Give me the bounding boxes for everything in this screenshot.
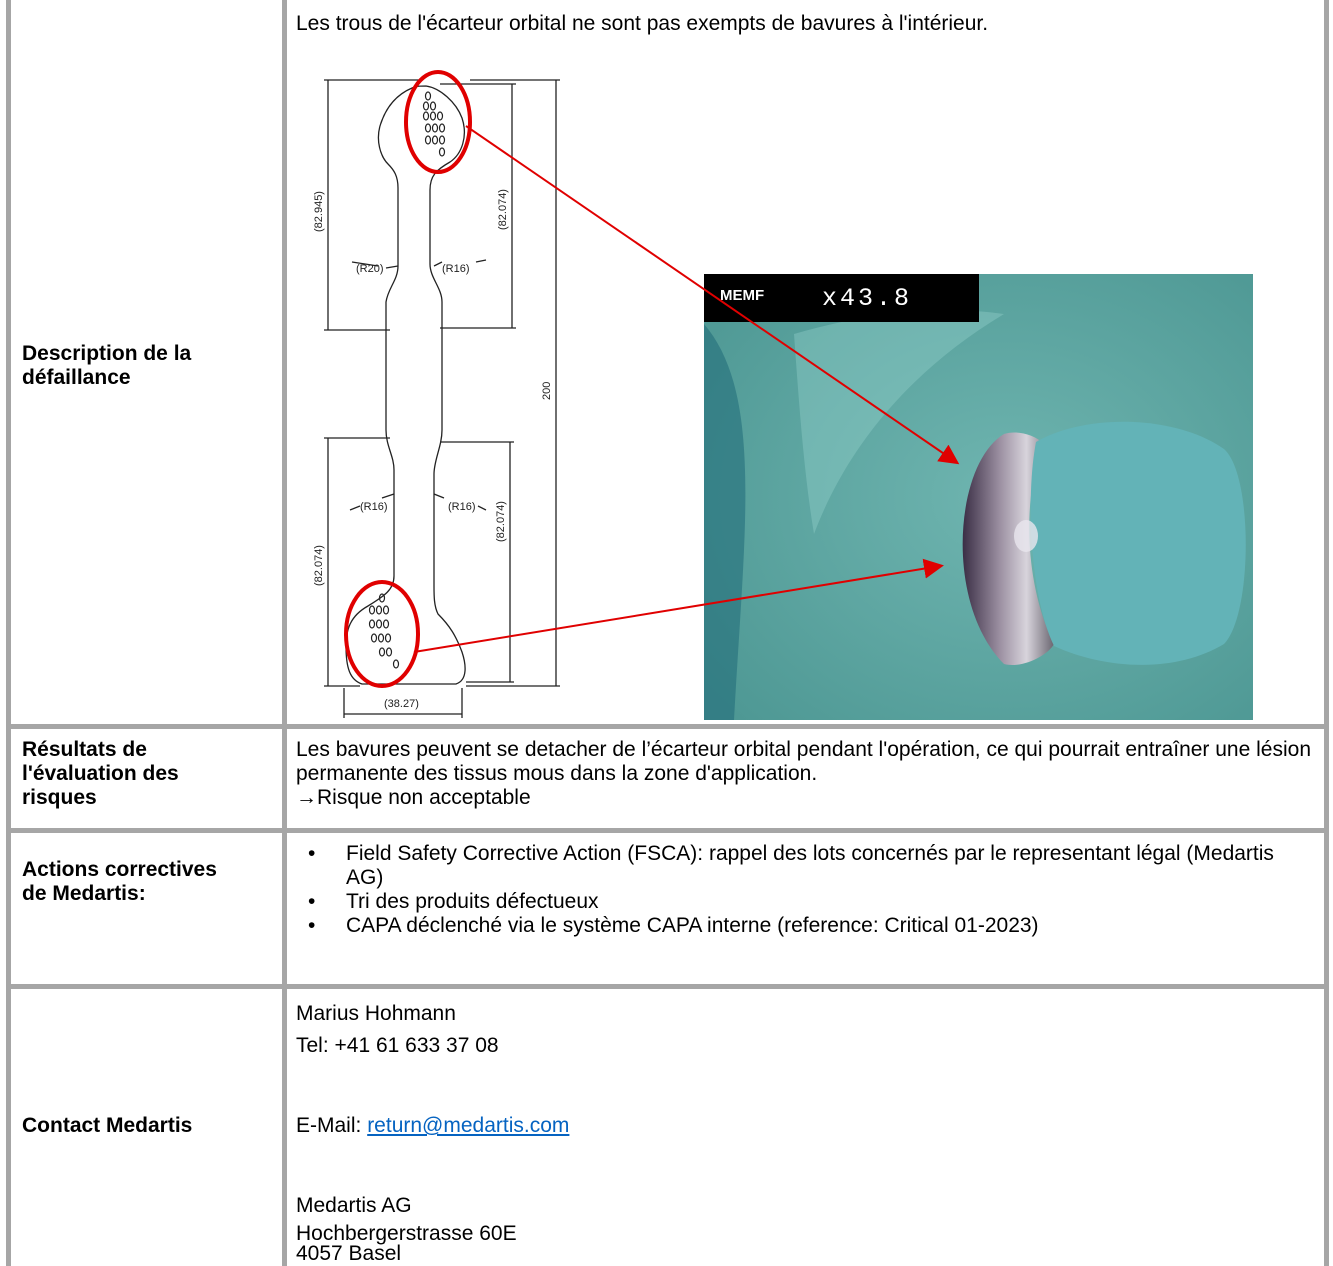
actions-list: Field Safety Corrective Action (FSCA): r… (296, 842, 1306, 938)
risk-text-block: Les bavures peuvent se detacher de l’éca… (296, 738, 1326, 810)
contact-label: Contact Medartis (22, 1114, 193, 1137)
contact-email-label: E-Mail: (296, 1114, 368, 1137)
arrow-top (465, 125, 960, 465)
contact-name: Marius Hohmann (296, 1002, 456, 1025)
row-divider (6, 984, 1329, 989)
risk-label: Résultats de l'évaluation des risques (22, 738, 179, 809)
action-item: CAPA déclenché via le système CAPA inter… (296, 914, 1306, 938)
contact-email-link[interactable]: return@medartis.com (367, 1114, 569, 1137)
actions-label: Actions correctives de Medartis: (22, 858, 217, 905)
action-item: Field Safety Corrective Action (FSCA): r… (296, 842, 1306, 890)
contact-company: Medartis AG (296, 1194, 412, 1217)
actions-block: Field Safety Corrective Action (FSCA): r… (296, 842, 1306, 938)
contact-city: 4057 Basel (296, 1242, 402, 1265)
row-divider (6, 828, 1329, 833)
arrows-overlay (413, 125, 960, 653)
arrow-bottom (413, 558, 944, 653)
risk-conclusion: →Risque non acceptable (296, 786, 531, 809)
contact-tel: Tel: +41 61 633 37 08 (296, 1034, 499, 1057)
risk-text: Les bavures peuvent se detacher de l’éca… (296, 738, 1311, 785)
action-item: Tri des produits défectueux (296, 890, 1306, 914)
contact-email-line: E-Mail: return@medartis.com (296, 1114, 569, 1138)
